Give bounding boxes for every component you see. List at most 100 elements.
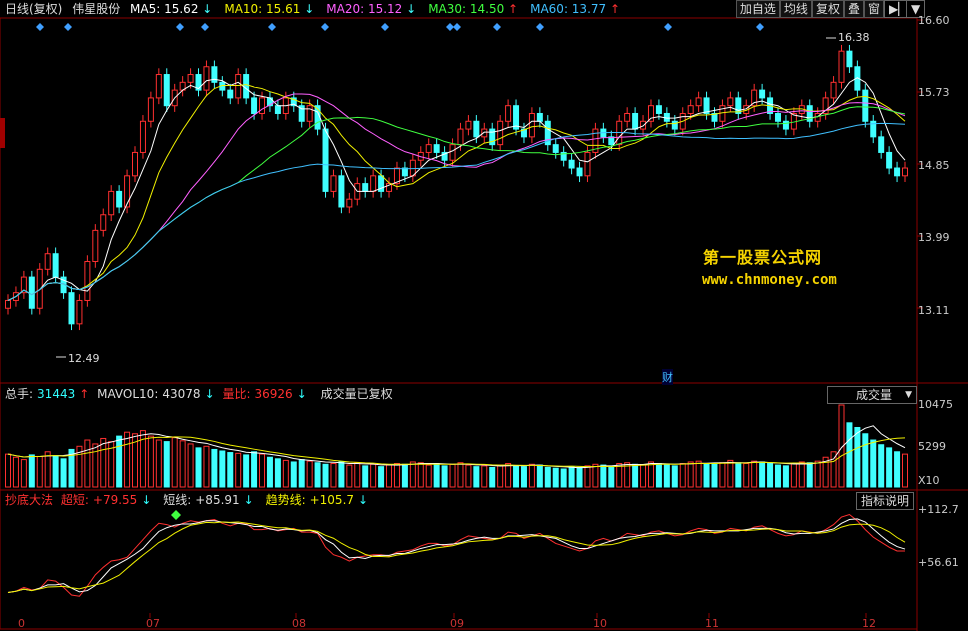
ma-arrow: ↓ (304, 2, 315, 16)
period-mode[interactable]: 日线(复权) (5, 2, 62, 16)
ma-legend-item: MA30: 14.50 ↑ (428, 2, 519, 16)
candle-body (274, 105, 281, 114)
signal-diamond-icon (453, 23, 461, 31)
volume-bar (703, 463, 710, 488)
candle-body (52, 253, 59, 278)
add-watchlist-button[interactable]: 加自选 (735, 0, 780, 18)
volume-bar (322, 463, 329, 488)
volume-bar (441, 465, 448, 488)
volume-bar (219, 450, 226, 488)
volume-bar (814, 460, 821, 488)
restore-button[interactable]: 复权 (811, 0, 844, 18)
short-line-label: 短线: (163, 493, 192, 507)
volume-bar (520, 466, 527, 488)
volume-bar (671, 465, 678, 488)
candle-body (259, 97, 266, 114)
volume-bar (854, 427, 861, 488)
volume-bar (5, 453, 11, 488)
x-tick: 08 (292, 617, 306, 630)
signal-diamond-icon (64, 23, 72, 31)
volume-bar (481, 465, 488, 488)
volume-bar (647, 461, 654, 488)
indicator-name: 抄底大法 (5, 493, 54, 507)
volume-bar (536, 464, 543, 488)
candle-body (84, 261, 91, 301)
volume-bar (330, 463, 337, 488)
candle-body (528, 112, 535, 138)
candle-body (433, 144, 440, 153)
side-marker (0, 118, 5, 148)
signal-diamond-icon (446, 23, 454, 31)
volume-bar (251, 451, 258, 488)
candle-body (671, 120, 678, 130)
watermark-url: www.chnmoney.com (702, 272, 837, 288)
ma-arrow: ↑ (508, 2, 519, 16)
signal-diamond-icon (36, 23, 44, 31)
candle-body (227, 89, 234, 99)
candle-body (497, 120, 504, 146)
indicator-selector[interactable]: 成交量 ▼ (827, 386, 917, 404)
volume-bar (370, 463, 377, 488)
volume-bar (489, 466, 496, 488)
volume-bar (798, 461, 805, 488)
candle-body (449, 144, 456, 161)
candle-body (902, 167, 908, 177)
candle-body (187, 74, 194, 83)
indicator-help-button[interactable]: 指标说明 (856, 492, 915, 510)
volume-bar (306, 460, 313, 488)
volume-bar (298, 459, 305, 488)
candle-body (695, 97, 702, 107)
volume-bar (362, 465, 369, 488)
indicator-selector-label: 成交量 (856, 388, 893, 402)
short-line-value: +85.91 (195, 493, 240, 507)
ma-button[interactable]: 均线 (779, 0, 812, 18)
volume-bar (846, 422, 853, 488)
volume-header: 总手: 31443 ↑ MAVOL10: 43078 ↓ 量比: 36926 ↓ 成交量已复… (5, 386, 397, 402)
trend-line-value: +105.7 (309, 493, 355, 507)
volume-bar (616, 463, 623, 488)
volume-bar (505, 463, 512, 488)
total-volume-arrow: ↑ (79, 387, 90, 401)
volume-bar (632, 463, 639, 488)
volume-bar (100, 437, 107, 488)
volume-bar (711, 463, 718, 488)
candle-body (124, 175, 131, 208)
volume-bar (124, 431, 131, 488)
volume-bar (401, 463, 408, 488)
signal-diamond-icon (201, 23, 209, 31)
finance-marker-icon[interactable]: 财 (662, 369, 673, 385)
candle-body (362, 183, 369, 192)
candle-body (846, 50, 853, 68)
volume-bar (187, 443, 194, 488)
chart-canvas[interactable] (0, 0, 968, 631)
volume-ratio-label: 量比: (222, 387, 251, 401)
signal-diamond-icon (493, 23, 501, 31)
candle-body (727, 97, 734, 107)
candle-body (536, 112, 543, 122)
ma-legend-item: MA60: 13.77 ↑ (530, 2, 621, 16)
candle-body (108, 190, 115, 216)
volume-bar (386, 464, 393, 488)
volume-bar (560, 468, 567, 488)
candle-body (5, 299, 11, 309)
volume-bar (902, 453, 908, 488)
mavol-value: 43078 (162, 387, 201, 401)
trend-line-label: 趋势线: (265, 493, 306, 507)
overlay-button[interactable]: 叠 (843, 0, 864, 18)
volume-bar (719, 462, 726, 488)
window-button[interactable]: 窗 (863, 0, 884, 18)
volume-bar (409, 461, 416, 488)
volume-bar (314, 462, 321, 488)
candle-body (44, 253, 51, 270)
ma-legend: MA5: 15.62 ↓ MA10: 15.61 ↓ MA20: 15.12 ↓ MA… (130, 2, 632, 16)
x-tick: 12 (862, 617, 876, 630)
price-tick: 13.11 (918, 304, 950, 317)
volume-bar (465, 464, 472, 488)
signal-diamond-icon (536, 23, 544, 31)
candle-body (568, 159, 575, 169)
volume-bar (163, 441, 170, 488)
watermark-title: 第一股票公式网 (703, 248, 823, 267)
signal-diamond-icon (176, 23, 184, 31)
volume-bar (600, 464, 607, 488)
indicator-tick: +56.61 (918, 556, 959, 569)
